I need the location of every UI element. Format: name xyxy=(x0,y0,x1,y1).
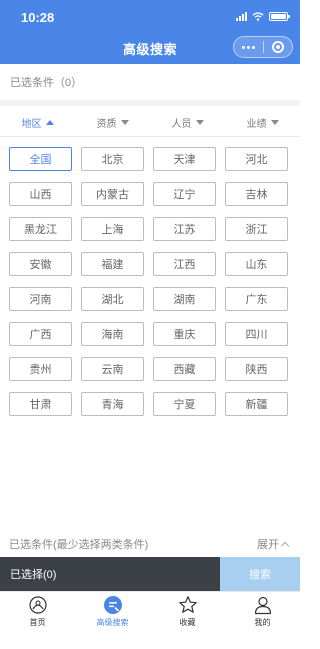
expand-label: 展开 xyxy=(257,539,279,551)
action-bar: 已选择(0) 搜索 xyxy=(0,557,300,591)
bottom-tab-bar: 首页 高级搜索 收藏 我的 xyxy=(0,591,300,649)
province-button[interactable]: 四川 xyxy=(225,322,288,346)
tab-advanced-search-label: 高级搜索 xyxy=(96,618,129,627)
province-button[interactable]: 宁夏 xyxy=(153,392,216,416)
province-button[interactable]: 重庆 xyxy=(153,322,216,346)
signal-icon xyxy=(236,12,247,21)
tab-label: 地区 xyxy=(21,118,42,130)
province-grid: 全国 北京 天津 河北山西 内蒙古 辽宁 吉林黑龙江 上海 江苏 浙江安徽 福建 江西 山东河南 湖北 湖南… xyxy=(9,147,288,416)
tab-performance[interactable]: 业绩 xyxy=(225,112,300,132)
star-icon xyxy=(178,596,197,613)
tab-home-label: 首页 xyxy=(29,618,46,627)
more-dots-icon xyxy=(241,45,255,49)
tab-label: 资质 xyxy=(96,118,117,130)
conditions-label: 已选条件(最少选择两类条件) xyxy=(9,539,149,551)
search-button[interactable]: 搜索 xyxy=(220,557,300,591)
caret-down-icon xyxy=(120,119,129,125)
tab-home[interactable]: 首页 xyxy=(0,592,75,649)
province-button[interactable]: 陕西 xyxy=(225,357,288,381)
tab-favorites[interactable]: 收藏 xyxy=(150,592,225,649)
province-button[interactable]: 西藏 xyxy=(153,357,216,381)
province-button[interactable]: 天津 xyxy=(153,147,216,171)
tab-qualification[interactable]: 资质 xyxy=(75,112,150,132)
caret-down-icon xyxy=(270,119,279,125)
status-icons xyxy=(236,12,290,21)
separator xyxy=(0,100,300,106)
province-button[interactable]: 云南 xyxy=(81,357,144,381)
province-button[interactable]: 湖北 xyxy=(81,287,144,311)
province-button[interactable]: 广西 xyxy=(9,322,72,346)
province-button[interactable]: 广东 xyxy=(225,287,288,311)
tab-mine[interactable]: 我的 xyxy=(225,592,300,649)
province-button[interactable]: 新疆 xyxy=(225,392,288,416)
tab-region[interactable]: 地区 xyxy=(0,112,75,132)
wifi-icon xyxy=(252,12,264,21)
tab-advanced-search[interactable]: 高级搜索 xyxy=(75,592,150,649)
province-button[interactable]: 河北 xyxy=(225,147,288,171)
advanced-search-icon xyxy=(103,596,122,614)
close-button[interactable] xyxy=(264,37,293,57)
expand-button[interactable]: 展开 xyxy=(257,536,290,552)
province-button[interactable]: 北京 xyxy=(81,147,144,171)
filter-tabs: 地区 资质 人员 业绩 xyxy=(0,112,300,132)
target-icon xyxy=(271,41,284,53)
province-button[interactable]: 青海 xyxy=(81,392,144,416)
tab-personnel[interactable]: 人员 xyxy=(150,112,225,132)
province-button[interactable]: 河南 xyxy=(9,287,72,311)
selected-conditions-count: 已选条件（0） xyxy=(10,77,83,89)
status-time: 10:28 xyxy=(21,10,55,25)
header: 10:28 高级搜索 xyxy=(0,0,300,64)
province-button[interactable]: 贵州 xyxy=(9,357,72,381)
province-button[interactable]: 吉林 xyxy=(225,182,288,206)
province-button[interactable]: 甘肃 xyxy=(9,392,72,416)
province-button[interactable]: 内蒙古 xyxy=(81,182,144,206)
province-button[interactable]: 江苏 xyxy=(153,217,216,241)
province-button[interactable]: 安徽 xyxy=(9,252,72,276)
province-button[interactable]: 浙江 xyxy=(225,217,288,241)
province-button[interactable]: 福建 xyxy=(81,252,144,276)
province-button[interactable]: 江西 xyxy=(153,252,216,276)
caret-up-icon xyxy=(45,119,54,125)
home-icon xyxy=(28,596,47,614)
conditions-row: 已选条件(最少选择两类条件) 展开 xyxy=(0,533,300,553)
selected-count: 已选择(0) xyxy=(0,557,220,591)
province-button[interactable]: 辽宁 xyxy=(153,182,216,206)
mini-program-capsule xyxy=(233,36,293,58)
province-button[interactable]: 上海 xyxy=(81,217,144,241)
battery-icon xyxy=(269,12,290,21)
more-button[interactable] xyxy=(234,37,263,57)
user-icon xyxy=(254,596,271,615)
tab-mine-label: 我的 xyxy=(254,618,271,627)
tab-favorites-label: 收藏 xyxy=(179,618,196,627)
tab-label: 人员 xyxy=(171,118,192,130)
province-button[interactable]: 海南 xyxy=(81,322,144,346)
province-button[interactable]: 山西 xyxy=(9,182,72,206)
tab-label: 业绩 xyxy=(246,118,267,130)
divider xyxy=(0,136,300,137)
province-button[interactable]: 黑龙江 xyxy=(9,217,72,241)
province-button[interactable]: 湖南 xyxy=(153,287,216,311)
chevron-up-icon xyxy=(280,541,290,551)
province-button[interactable]: 全国 xyxy=(9,147,72,171)
caret-down-icon xyxy=(195,119,204,125)
province-button[interactable]: 山东 xyxy=(225,252,288,276)
